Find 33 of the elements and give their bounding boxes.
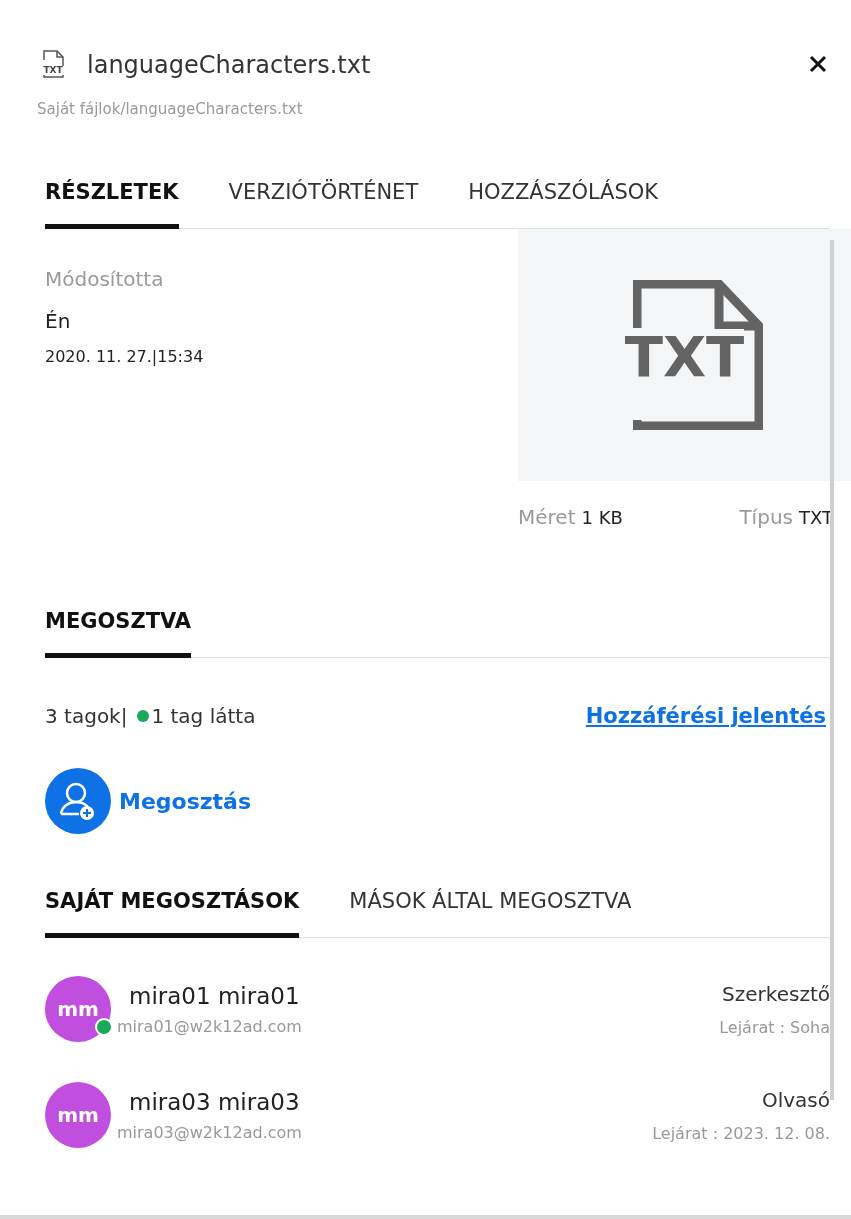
seen-count: 1 tag látta [151, 704, 256, 728]
tab[interactable]: HOZZÁSZÓLÁSOK [468, 180, 659, 229]
modified-date: 2020. 11. 27.|15:34 [45, 347, 205, 366]
user-name: mira01 mira01 [129, 982, 301, 1009]
share-button[interactable]: Megosztás [45, 768, 252, 834]
modified-by-label: Módosította [45, 267, 165, 291]
add-user-icon [45, 768, 111, 834]
expiry-date: Lejárat : 2023. 12. 08. [652, 1123, 830, 1143]
file-type-label: TXT [42, 66, 64, 75]
tab[interactable]: MEGOSZTVA [45, 609, 192, 658]
size-value: 1 KB [581, 507, 623, 528]
seen-status-icon [137, 710, 150, 722]
size-label: Méret [518, 505, 576, 529]
access-report-link[interactable]: Hozzáférési jelentés [585, 704, 826, 728]
tab[interactable]: MÁSOK ÁLTAL MEGOSZTVA [349, 889, 632, 938]
user-role: Szerkesztő [722, 981, 830, 1006]
tab[interactable]: SAJÁT MEGOSZTÁSOK [45, 889, 300, 938]
file-path: Saját fájlok/languageCharacters.txt [36, 99, 304, 118]
members-count: 3 tagok| [45, 704, 128, 728]
close-icon [809, 55, 827, 73]
user-email: mira01@w2k12ad.com [117, 1016, 303, 1036]
type-label: Típus [739, 505, 793, 529]
type-value: TXT [799, 507, 833, 528]
modified-by: Én [45, 309, 72, 333]
file-title: languageCharacters.txt [87, 51, 372, 79]
user-email: mira03@w2k12ad.com [117, 1122, 303, 1142]
avatar: mm [45, 976, 111, 1042]
expiry-date: Lejárat : Soha [719, 1017, 830, 1037]
user-role: Olvasó [761, 1087, 830, 1112]
tab[interactable]: RÉSZLETEK [45, 180, 179, 229]
tab[interactable]: VERZIÓTÖRTÉNET [228, 180, 419, 229]
user-name: mira03 mira03 [129, 1088, 301, 1115]
avatar: mm [45, 1082, 111, 1148]
